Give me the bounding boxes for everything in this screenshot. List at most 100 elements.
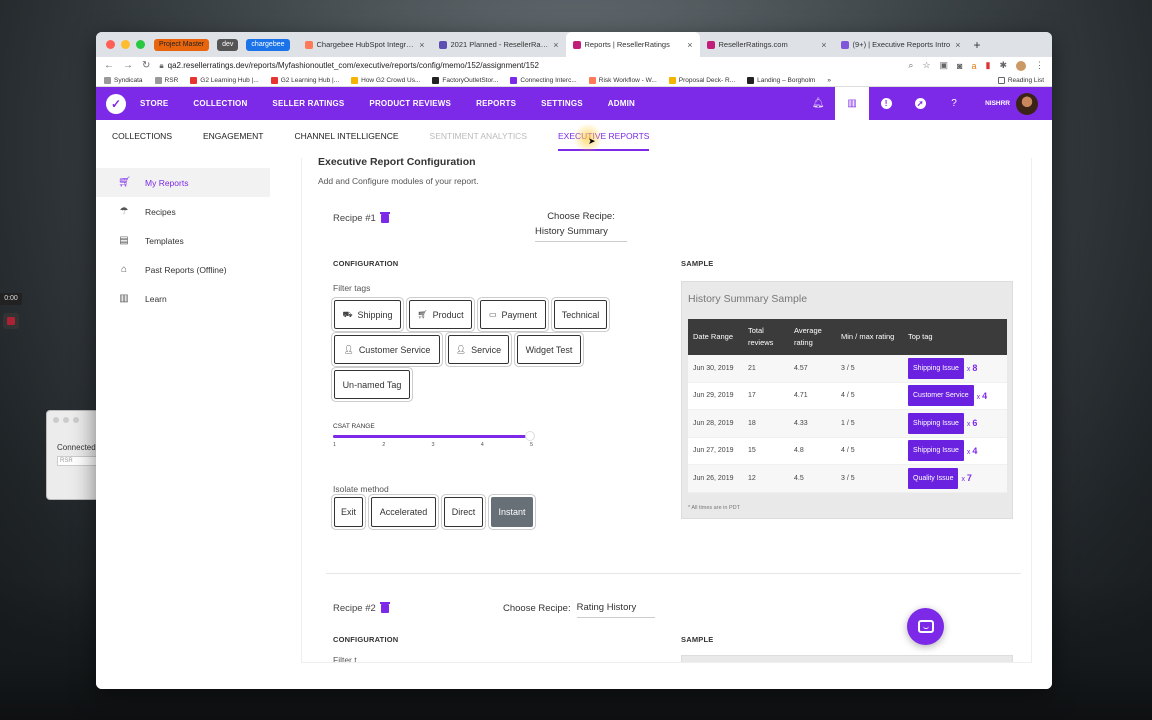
browser-tab[interactable]: ResellerRatings.com × [700, 32, 834, 57]
analytics-icon[interactable]: ▥ [835, 87, 870, 120]
sidebar-item-templates[interactable]: ▤ Templates [96, 226, 270, 255]
nav-item-seller-ratings[interactable]: SELLER RATINGS [272, 99, 344, 108]
tag-widget-test[interactable]: Widget Test [516, 334, 582, 365]
isolate-instant-button[interactable]: Instant [491, 497, 533, 527]
url-field[interactable]: 🔒︎ qa2.resellerratings.dev/reports/Myfash… [159, 61, 899, 71]
close-tab-icon[interactable]: × [687, 40, 692, 50]
mini-input[interactable]: RSR [57, 456, 97, 466]
top-tag-badge: Customer Service [908, 385, 974, 407]
lock-ext-icon[interactable]: ▮ [986, 60, 991, 71]
minimize-window-icon[interactable] [121, 40, 130, 49]
isolate-direct-button[interactable]: Direct [444, 497, 483, 527]
tag-customer-service[interactable]: 👤︎ Customer Service [333, 334, 441, 365]
tag-unnamed[interactable]: Un-named Tag [333, 369, 411, 400]
mouse-cursor-icon: ➤ [588, 136, 596, 146]
help-icon[interactable]: ? [937, 87, 971, 120]
compass-icon[interactable]: ➚ [903, 87, 937, 120]
tab-group-chargebee[interactable]: chargebee [246, 38, 290, 51]
bookmark-star-icon[interactable]: ☆ [922, 60, 930, 71]
bookmark-icon [747, 76, 755, 84]
puzzle-icon[interactable]: ✱ [999, 60, 1007, 71]
bookmark-item[interactable]: Risk Workflow - W... [588, 76, 657, 84]
tag-technical[interactable]: Technical [553, 299, 608, 330]
bell-icon[interactable]: 🔔︎ [801, 87, 835, 120]
tab-group-dev[interactable]: dev [217, 38, 239, 51]
tag-payment[interactable]: ▭ Payment [479, 299, 547, 330]
camera-icon[interactable]: ◙ [957, 61, 962, 71]
forward-icon[interactable]: → [123, 60, 133, 71]
bookmark-item[interactable]: Syndicata [104, 76, 143, 84]
tag-service[interactable]: 👤︎ Service [447, 334, 510, 365]
maximize-window-icon[interactable] [136, 40, 145, 49]
recipe-2-select[interactable]: Rating History [576, 598, 655, 618]
recipe-1-select[interactable]: History Summary [535, 222, 627, 242]
sidebar-item-past-reports[interactable]: ⌂ Past Reports (Offline) [96, 255, 270, 284]
bookmark-item[interactable]: RSR [154, 76, 178, 84]
new-tab-icon[interactable]: + [968, 38, 987, 52]
nav-item-collection[interactable]: COLLECTION [193, 99, 247, 108]
browser-tab[interactable]: (9+) | Executive Reports Intro × [834, 32, 968, 57]
recipe-divider [326, 573, 1021, 574]
bookmark-icon [668, 76, 676, 84]
top-tag-badge: Shipping Issue [908, 440, 964, 462]
nav-item-admin[interactable]: ADMIN [608, 99, 635, 108]
tab-sentiment-analytics[interactable]: SENTIMENT ANALYTICS [430, 120, 527, 153]
menu-dots-icon[interactable]: ⋮ [1035, 60, 1044, 71]
csat-range-label: CSAT RANGE [333, 423, 375, 430]
reading-list[interactable]: Reading List [997, 76, 1044, 84]
bookmark-item[interactable]: How G2 Crowd Us... [351, 76, 420, 84]
app-logo-icon[interactable]: ✓ [106, 93, 126, 114]
tab-collections[interactable]: COLLECTIONS [112, 120, 172, 153]
bookmark-item[interactable]: Proposal Deck- R... [668, 76, 735, 84]
extension-icon[interactable]: ▣ [940, 60, 949, 71]
bookmark-item[interactable]: G2 Learning Hub |... [190, 76, 259, 84]
isolate-accelerated-button[interactable]: Accelerated [371, 497, 436, 527]
trash-icon[interactable] [379, 212, 390, 223]
csat-range-slider[interactable] [333, 431, 535, 441]
bookmark-item[interactable]: G2 Learning Hub |... [270, 76, 339, 84]
bookmark-item[interactable]: FactoryOutletStor... [432, 76, 498, 84]
close-tab-icon[interactable]: × [955, 40, 960, 50]
close-tab-icon[interactable]: × [553, 40, 558, 50]
chat-button[interactable] [907, 608, 944, 645]
page-subtitle: Add and Configure modules of your report… [318, 176, 479, 186]
tab-engagement[interactable]: ENGAGEMENT [203, 120, 263, 153]
bookmark-icon [104, 76, 111, 84]
close-tab-icon[interactable]: × [419, 40, 424, 50]
browser-tab[interactable]: 2021 Planned - ResellerRatings × [432, 32, 566, 57]
back-icon[interactable]: ← [104, 60, 114, 71]
isolate-exit-button[interactable]: Exit [334, 497, 363, 527]
browser-tab[interactable]: Chargebee HubSpot Integratio × [298, 32, 432, 57]
close-tab-icon[interactable]: × [821, 40, 826, 50]
trash-icon[interactable] [379, 602, 390, 613]
tab-group-project-master[interactable]: Project Master [154, 38, 210, 51]
tab-executive-reports[interactable]: EXECUTIVE REPORTS [558, 120, 650, 153]
nav-item-store[interactable]: STORE [140, 99, 168, 108]
sidebar-item-learn[interactable]: ▥ Learn [96, 284, 270, 313]
amazon-icon[interactable]: a [971, 61, 976, 71]
bookmark-item[interactable]: Connecting Interc... [510, 76, 577, 84]
umbrella-icon: ☂ [119, 206, 129, 217]
record-icon[interactable] [3, 313, 19, 329]
nav-item-product-reviews[interactable]: PRODUCT REVIEWS [369, 99, 451, 108]
bookmarks-more-icon[interactable]: » [827, 77, 831, 84]
nav-item-reports[interactable]: REPORTS [476, 99, 516, 108]
tag-product[interactable]: 🛒︎ Product [408, 299, 473, 330]
profile-icon[interactable] [1016, 60, 1026, 71]
nav-item-settings[interactable]: SETTINGS [541, 99, 583, 108]
tab-channel-intelligence[interactable]: CHANNEL INTELLIGENCE [294, 120, 398, 153]
csat-slider-handle[interactable] [525, 431, 535, 441]
avatar[interactable] [1016, 92, 1038, 115]
reload-icon[interactable]: ↻ [142, 60, 150, 71]
alert-icon[interactable]: ! [869, 87, 903, 120]
favicon-icon [840, 40, 849, 49]
tag-shipping[interactable]: ⛟ Shipping [333, 299, 402, 330]
tab-title: Reports | ResellerRatings [584, 40, 670, 49]
browser-tab[interactable]: Reports | ResellerRatings × [565, 32, 700, 57]
sidebar-item-my-reports[interactable]: 🛒︎ My Reports [96, 168, 270, 197]
close-window-icon[interactable] [106, 40, 115, 49]
username[interactable]: NISHRR [985, 100, 1010, 107]
bookmark-item[interactable]: Landing – Borgholm [747, 76, 815, 84]
sidebar-item-recipes[interactable]: ☂ Recipes [96, 197, 270, 226]
zoom-icon[interactable]: ⌕ [908, 60, 913, 71]
